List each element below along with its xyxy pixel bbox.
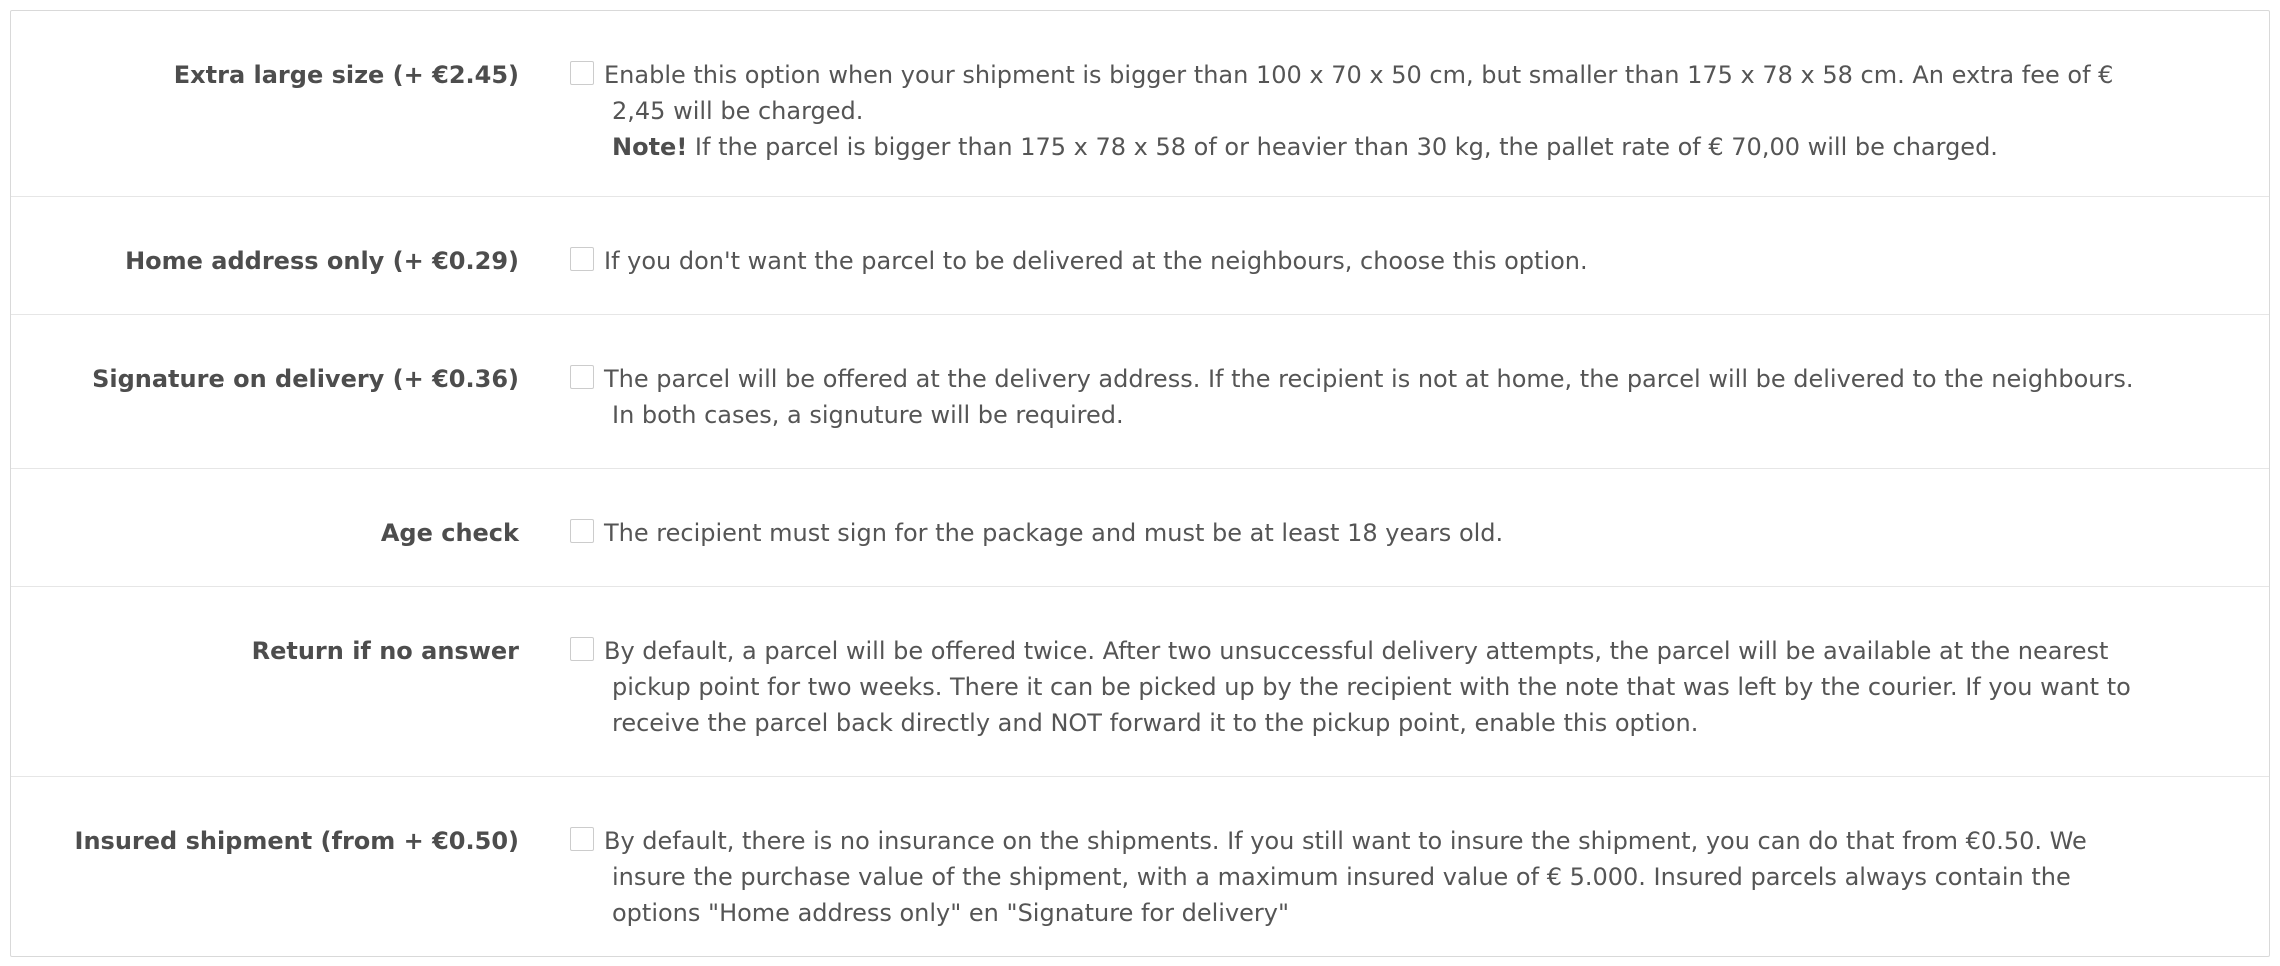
option-row-insured-shipment: Insured shipment (from + €0.50) By defau… (11, 777, 2269, 956)
note-label: Note! (612, 133, 688, 161)
option-label: Signature on delivery (+ €0.36) (92, 365, 519, 393)
option-description: By default, a parcel will be offered twi… (604, 637, 2131, 737)
option-note: Note! If the parcel is bigger than 175 x… (612, 129, 2144, 165)
home-address-only-checkbox[interactable] (570, 247, 594, 271)
option-row-home-address-only: Home address only (+ €0.29) If you don't… (11, 197, 2269, 315)
option-label: Insured shipment (from + €0.50) (74, 827, 519, 855)
option-label: Home address only (+ €0.29) (125, 247, 519, 275)
option-description: If you don't want the parcel to be deliv… (604, 247, 1588, 275)
option-row-signature-on-delivery: Signature on delivery (+ €0.36) The parc… (11, 315, 2269, 469)
note-text: If the parcel is bigger than 175 x 78 x … (687, 133, 1998, 161)
extra-large-size-checkbox[interactable] (570, 61, 594, 85)
option-label: Extra large size (+ €2.45) (173, 61, 519, 89)
age-check-checkbox[interactable] (570, 519, 594, 543)
return-if-no-answer-checkbox[interactable] (570, 637, 594, 661)
signature-on-delivery-checkbox[interactable] (570, 365, 594, 389)
option-row-age-check: Age check The recipient must sign for th… (11, 469, 2269, 587)
option-label: Age check (380, 519, 519, 547)
shipping-options-panel: Extra large size (+ €2.45) Enable this o… (10, 10, 2270, 957)
insured-shipment-checkbox[interactable] (570, 827, 594, 851)
option-description: The recipient must sign for the package … (604, 519, 1504, 547)
option-description: By default, there is no insurance on the… (604, 827, 2087, 927)
option-description: The parcel will be offered at the delive… (604, 365, 2134, 429)
option-label: Return if no answer (251, 637, 519, 665)
option-row-return-if-no-answer: Return if no answer By default, a parcel… (11, 587, 2269, 777)
option-description: Enable this option when your shipment is… (604, 61, 2114, 125)
option-description-container: Enable this option when your shipment is… (604, 57, 2144, 165)
option-row-extra-large-size: Extra large size (+ €2.45) Enable this o… (11, 11, 2269, 197)
